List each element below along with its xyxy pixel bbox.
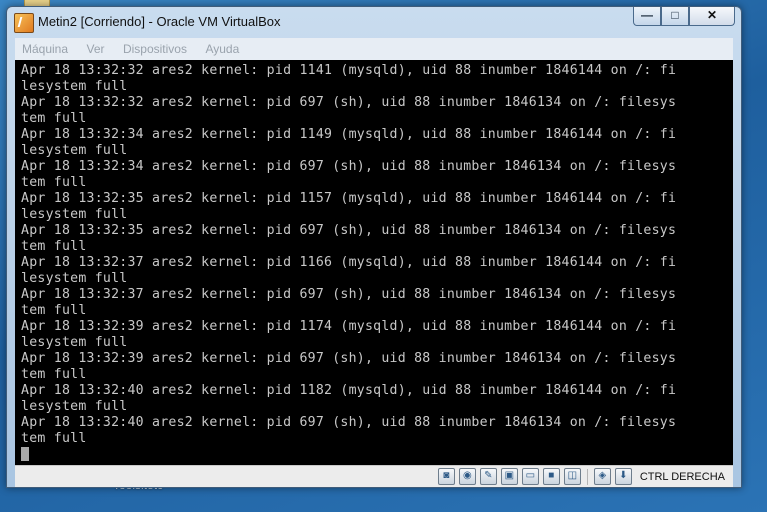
console-line: Apr 18 13:32:34 ares2 kernel: pid 1149 (… bbox=[21, 127, 677, 142]
host-key-label: CTRL DERECHA bbox=[639, 470, 725, 483]
status-bar: ◙ ◉ ✎ ▣ ▭ ■ ◫ ◈ ⬇ CTRL DERECHA bbox=[15, 465, 733, 487]
mouse-integration-icon[interactable]: ◈ bbox=[593, 468, 611, 485]
console-output: Apr 18 13:32:32 ares2 kernel: pid 1141 (… bbox=[15, 60, 733, 447]
window-controls: — □ ✕ bbox=[633, 7, 735, 27]
console-line: Apr 18 13:32:40 ares2 kernel: pid 1182 (… bbox=[21, 383, 677, 398]
console-line: lesystem full bbox=[21, 79, 128, 94]
maximize-button[interactable]: □ bbox=[661, 7, 689, 26]
console-line: Apr 18 13:32:37 ares2 kernel: pid 697 (s… bbox=[21, 287, 677, 302]
console-line: lesystem full bbox=[21, 335, 128, 350]
close-button[interactable]: ✕ bbox=[689, 7, 735, 26]
console-line: tem full bbox=[21, 175, 87, 190]
console-line: Apr 18 13:32:35 ares2 kernel: pid 1157 (… bbox=[21, 191, 677, 206]
host-key-arrow-icon[interactable]: ⬇ bbox=[614, 468, 632, 485]
menu-ver[interactable]: Ver bbox=[79, 38, 111, 56]
console-line: tem full bbox=[21, 303, 87, 318]
console-line: Apr 18 13:32:40 ares2 kernel: pid 697 (s… bbox=[21, 415, 677, 430]
status-icons: ◙ ◉ ✎ ▣ ▭ ■ ◫ ◈ ⬇ CTRL DERECHA bbox=[437, 468, 725, 485]
minimize-button[interactable]: — bbox=[633, 7, 661, 26]
console-line: Apr 18 13:32:34 ares2 kernel: pid 697 (s… bbox=[21, 159, 677, 174]
console-line: tem full bbox=[21, 431, 87, 446]
title-bar[interactable]: Metin2 [Corriendo] - Oracle VM VirtualBo… bbox=[7, 7, 741, 37]
console-line: lesystem full bbox=[21, 271, 128, 286]
optical-drive-icon[interactable]: ◉ bbox=[458, 468, 476, 485]
video-capture-icon[interactable]: ◫ bbox=[563, 468, 581, 485]
window-title: Metin2 [Corriendo] - Oracle VM VirtualBo… bbox=[38, 14, 281, 29]
console-line: lesystem full bbox=[21, 399, 128, 414]
network-icon[interactable]: ▣ bbox=[500, 468, 518, 485]
console-line: Apr 18 13:32:32 ares2 kernel: pid 697 (s… bbox=[21, 95, 677, 110]
console-line: Apr 18 13:32:39 ares2 kernel: pid 697 (s… bbox=[21, 351, 677, 366]
console-line: lesystem full bbox=[21, 207, 128, 222]
console-line: lesystem full bbox=[21, 143, 128, 158]
menu-dispositivos[interactable]: Dispositivos bbox=[116, 38, 194, 56]
console-line: Apr 18 13:32:35 ares2 kernel: pid 697 (s… bbox=[21, 223, 677, 238]
hard-disk-icon[interactable]: ◙ bbox=[437, 468, 455, 485]
console-line: Apr 18 13:32:37 ares2 kernel: pid 1166 (… bbox=[21, 255, 677, 270]
vm-console-screen[interactable]: Apr 18 13:32:32 ares2 kernel: pid 1141 (… bbox=[15, 60, 733, 465]
display-icon[interactable]: ■ bbox=[542, 468, 560, 485]
shared-folders-icon[interactable]: ▭ bbox=[521, 468, 539, 485]
virtualbox-app-icon[interactable] bbox=[14, 13, 34, 33]
menu-ayuda[interactable]: Ayuda bbox=[198, 38, 246, 56]
usb-icon[interactable]: ✎ bbox=[479, 468, 497, 485]
console-line: Apr 18 13:32:32 ares2 kernel: pid 1141 (… bbox=[21, 63, 677, 78]
status-separator bbox=[586, 468, 588, 485]
virtualbox-window: Metin2 [Corriendo] - Oracle VM VirtualBo… bbox=[6, 6, 742, 488]
console-line: Apr 18 13:32:39 ares2 kernel: pid 1174 (… bbox=[21, 319, 677, 334]
menu-bar: Máquina Ver Dispositivos Ayuda bbox=[15, 38, 733, 61]
console-line: tem full bbox=[21, 367, 87, 382]
console-line: tem full bbox=[21, 239, 87, 254]
text-cursor bbox=[21, 447, 29, 461]
console-line: tem full bbox=[21, 111, 87, 126]
menu-maquina[interactable]: Máquina bbox=[15, 38, 75, 56]
